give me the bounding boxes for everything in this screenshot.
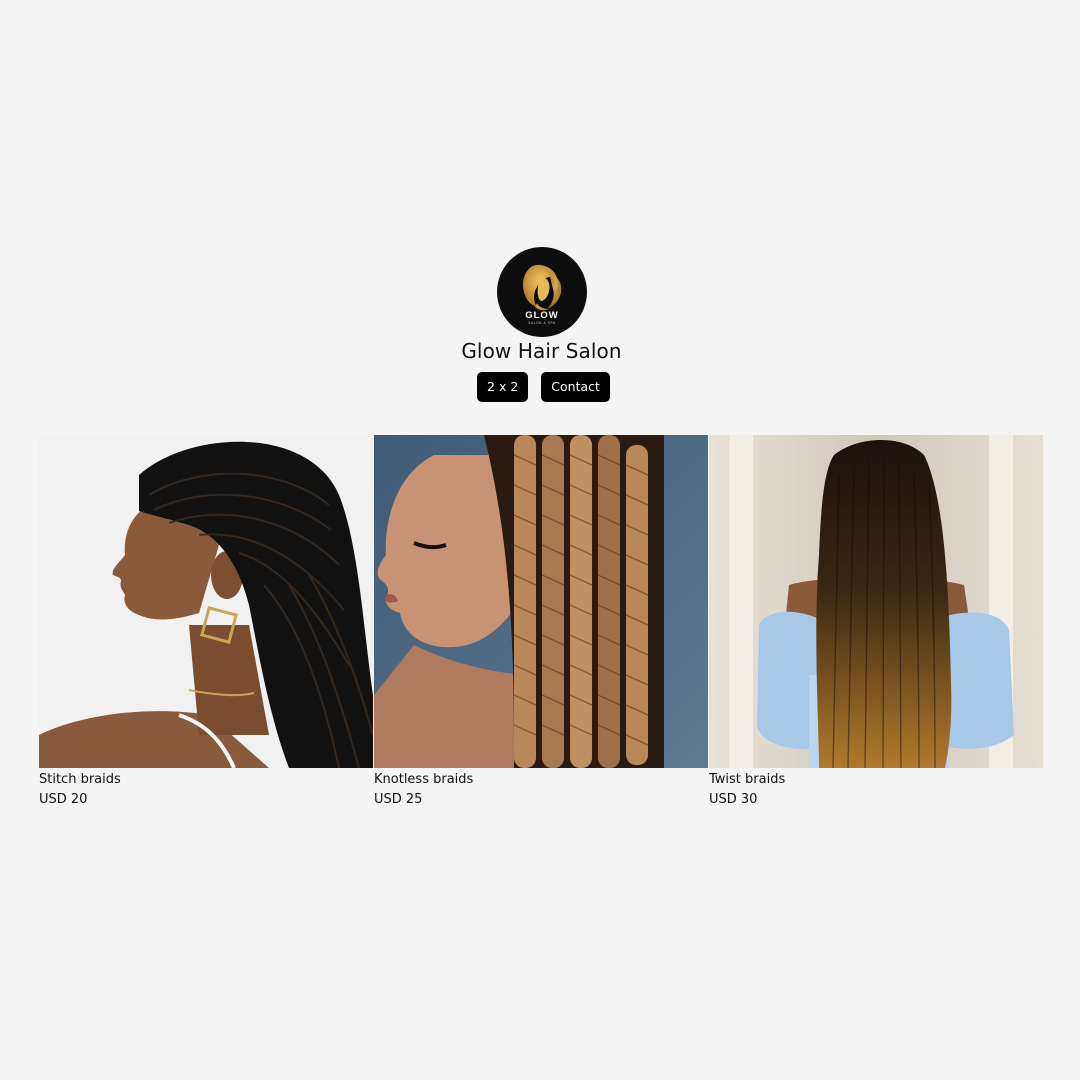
product-title[interactable]: Twist braids: [709, 771, 1043, 789]
contact-button[interactable]: Contact: [541, 372, 610, 402]
grid-layout-button[interactable]: 2 x 2: [477, 372, 529, 402]
product-title[interactable]: Stitch braids: [39, 771, 373, 789]
salon-name: Glow Hair Salon: [461, 339, 622, 363]
knotless-braids-photo: [374, 435, 708, 768]
logo-text: GLOW: [525, 310, 559, 321]
woman-silhouette-icon: GLOW SALON & SPA: [523, 264, 562, 325]
product-price: USD 20: [39, 792, 88, 807]
salon-page: GLOW SALON & SPA Glow Hair Salon 2 x 2 C…: [0, 0, 1080, 1080]
product-price: USD 25: [374, 792, 423, 807]
product-card[interactable]: Knotless braids USD 25: [374, 435, 708, 809]
salon-logo-avatar[interactable]: GLOW SALON & SPA: [497, 247, 587, 337]
product-gallery: Stitch braids USD 20 Knotless braids USD…: [39, 435, 1043, 809]
product-card[interactable]: Twist braids USD 30: [709, 435, 1043, 809]
logo-subtext: SALON & SPA: [528, 321, 556, 325]
stitch-braids-photo: [39, 435, 373, 768]
product-title[interactable]: Knotless braids: [374, 771, 708, 789]
product-price: USD 30: [709, 792, 758, 807]
product-card[interactable]: Stitch braids USD 20: [39, 435, 373, 809]
action-buttons: 2 x 2 Contact: [0, 372, 1080, 402]
product-image-stitch-braids[interactable]: [39, 435, 373, 768]
product-image-knotless-braids[interactable]: [374, 435, 708, 768]
twist-braids-photo: [709, 435, 1043, 768]
product-image-twist-braids[interactable]: [709, 435, 1043, 768]
